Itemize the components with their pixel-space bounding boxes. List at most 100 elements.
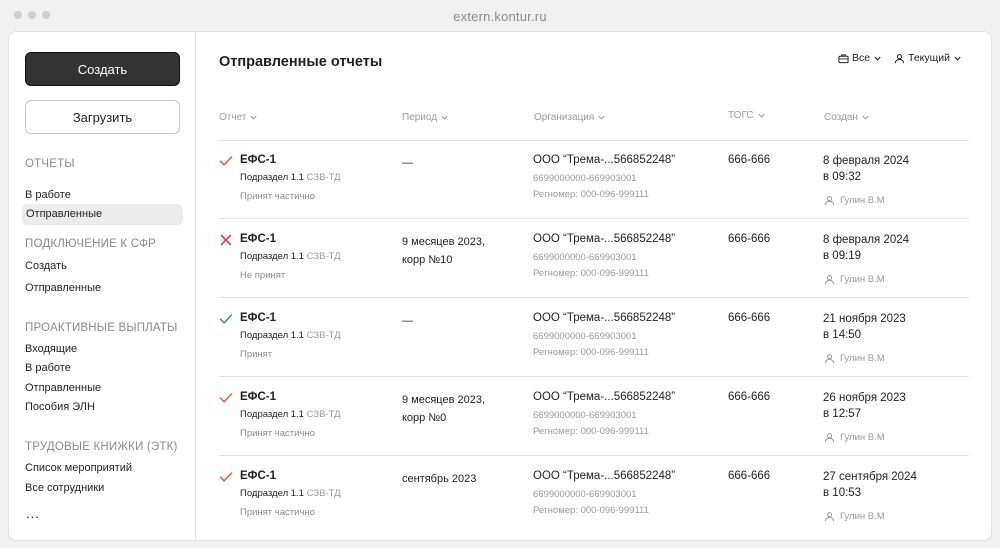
- report-title[interactable]: ЕФС-1: [240, 154, 276, 166]
- created-by: Гулин В.М: [824, 353, 885, 364]
- briefcase-icon: [838, 53, 849, 63]
- report-subsection: Подраздел 1.1 СЗВ-ТД: [240, 488, 341, 499]
- check-icon: [219, 314, 233, 324]
- organization-name: ООО “Трема-...566852248”: [533, 233, 676, 245]
- sidebar-item-payments-sent[interactable]: Отправленные: [25, 382, 101, 394]
- more-button[interactable]: ...: [26, 506, 40, 521]
- sidebar-item-all-employees[interactable]: Все сотрудники: [25, 482, 104, 494]
- main-content: Отправленные отчеты Все Текущий Отчет Пе…: [197, 32, 991, 540]
- user-icon: [824, 512, 835, 522]
- organization-inn-kpp: 6699000000-669903001: [533, 252, 637, 263]
- report-title[interactable]: ЕФС-1: [240, 391, 276, 403]
- togs-code: 666-666: [728, 233, 771, 245]
- created-by: Гулин В.М: [824, 511, 885, 522]
- togs-code: 666-666: [728, 154, 771, 166]
- page-title: Отправленные отчеты: [219, 54, 383, 70]
- filter-current-label: Текущий: [908, 52, 950, 64]
- browser-chrome: extern.kontur.ru: [0, 0, 1000, 32]
- created-by: Гулин В.М: [824, 195, 885, 206]
- section-title-reports: ОТЧЕТЫ: [25, 158, 75, 170]
- created-date: 27 сентября 2024 в 10:53: [823, 471, 917, 499]
- chevron-down-icon: [598, 115, 605, 120]
- table-row[interactable]: ЕФС-1 Подраздел 1.1 СЗВ-ТД Принят частично…: [197, 457, 991, 536]
- row-divider: [219, 455, 969, 456]
- check-icon: [219, 472, 233, 482]
- sidebar-item-payments-eln[interactable]: Пособия ЭЛН: [25, 401, 95, 413]
- table-row[interactable]: ЕФС-1 Подраздел 1.1 СЗВ-ТД Принят частично…: [197, 378, 991, 457]
- created-date: 21 ноября 2023 в 14:50: [823, 313, 906, 341]
- report-status: Принят частично: [240, 428, 315, 439]
- report-subsection: Подраздел 1.1 СЗВ-ТД: [240, 251, 341, 262]
- sidebar-item-sfr-create[interactable]: Создать: [25, 260, 67, 272]
- organization-inn-kpp: 6699000000-669903001: [533, 410, 637, 421]
- created-date: 26 ноября 2023 в 12:57: [823, 392, 906, 420]
- user-icon: [824, 275, 835, 285]
- section-title-proactive-payments: ПРОАКТИВНЫЕ ВЫПЛАТЫ: [25, 322, 178, 334]
- table-row[interactable]: ЕФС-1 Подраздел 1.1 СЗВ-ТД Принят частично…: [197, 141, 991, 220]
- report-subsection: Подраздел 1.1 СЗВ-ТД: [240, 409, 341, 420]
- create-button[interactable]: Создать: [25, 52, 180, 86]
- filter-current-user[interactable]: Текущий: [894, 52, 962, 64]
- column-header-organization[interactable]: Организация: [534, 112, 606, 123]
- organization-name: ООО “Трема-...566852248”: [533, 154, 676, 166]
- report-status: Принят: [240, 349, 273, 360]
- togs-code: 666-666: [728, 470, 771, 482]
- report-status: Не принят: [240, 270, 286, 281]
- organization-regnumber: Регномер: 000-096-999111: [533, 189, 649, 200]
- upload-button[interactable]: Загрузить: [25, 100, 180, 134]
- sidebar-item-reports-in-progress[interactable]: В работе: [25, 189, 71, 201]
- organization-regnumber: Регномер: 000-096-999111: [533, 268, 649, 279]
- report-subsection: Подраздел 1.1 СЗВ-ТД: [240, 330, 341, 341]
- column-header-period[interactable]: Период: [402, 112, 449, 123]
- report-title[interactable]: ЕФС-1: [240, 233, 276, 245]
- created-date: 8 февраля 2024 в 09:19: [823, 234, 910, 262]
- chevron-down-icon: [250, 115, 257, 120]
- organization-inn-kpp: 6699000000-669903001: [533, 331, 637, 342]
- column-header-togs[interactable]: ТОГС: [728, 110, 766, 121]
- filter-all-label: Все: [852, 52, 871, 64]
- organization-regnumber: Регномер: 000-096-999111: [533, 505, 649, 516]
- check-icon: [219, 156, 233, 166]
- user-icon: [824, 196, 835, 206]
- created-by: Гулин В.М: [824, 432, 885, 443]
- row-divider: [219, 376, 969, 377]
- sidebar-item-payments-incoming[interactable]: Входящие: [25, 343, 77, 355]
- chevron-down-icon: [441, 115, 448, 120]
- address-bar[interactable]: extern.kontur.ru: [0, 9, 1000, 24]
- organization-inn-kpp: 6699000000-669903001: [533, 489, 637, 500]
- sidebar-item-sfr-sent[interactable]: Отправленные: [25, 282, 101, 294]
- period-cell: 9 месяцев 2023, корр №10: [402, 236, 486, 266]
- section-title-sfr-connection: ПОДКЛЮЧЕНИЕ К СФР: [25, 238, 157, 250]
- table-row[interactable]: ЕФС-1 Подраздел 1.1 СЗВ-ТД Принят — ООО “Тре…: [197, 299, 991, 378]
- organization-inn-kpp: 6699000000-669903001: [533, 173, 637, 184]
- filter-all[interactable]: Все: [838, 52, 882, 64]
- chevron-down-icon: [874, 56, 881, 61]
- table-row[interactable]: ЕФС-1 Подраздел 1.1 СЗВ-ТД Не принят 9 меся…: [197, 220, 991, 299]
- column-header-report[interactable]: Отчет: [219, 112, 258, 123]
- report-status: Принят частично: [240, 507, 315, 518]
- column-header-created[interactable]: Создан: [824, 112, 870, 123]
- user-icon: [824, 354, 835, 364]
- togs-code: 666-666: [728, 391, 771, 403]
- organization-name: ООО “Трема-...566852248”: [533, 391, 676, 403]
- user-icon: [894, 53, 905, 63]
- report-title[interactable]: ЕФС-1: [240, 470, 276, 482]
- sidebar-item-reports-sent[interactable]: Отправленные: [22, 204, 183, 225]
- sidebar-item-payments-in-progress[interactable]: В работе: [25, 362, 71, 374]
- sidebar: Создать Загрузить ОТЧЕТЫ В работе Отправ…: [9, 32, 196, 540]
- user-icon: [824, 433, 835, 443]
- organization-name: ООО “Трема-...566852248”: [533, 470, 676, 482]
- created-by: Гулин В.М: [824, 274, 885, 285]
- organization-regnumber: Регномер: 000-096-999111: [533, 347, 649, 358]
- chevron-down-icon: [862, 115, 869, 120]
- report-title[interactable]: ЕФС-1: [240, 312, 276, 324]
- cross-icon: [220, 234, 232, 246]
- organization-name: ООО “Трема-...566852248”: [533, 312, 676, 324]
- period-cell: сентябрь 2023: [402, 473, 477, 485]
- sidebar-item-events-list[interactable]: Список мероприятий: [25, 462, 132, 474]
- report-subsection: Подраздел 1.1 СЗВ-ТД: [240, 172, 341, 183]
- chevron-down-icon: [758, 113, 765, 118]
- row-divider: [219, 218, 969, 219]
- period-cell: 9 месяцев 2023, корр №0: [402, 394, 486, 424]
- chevron-down-icon: [954, 56, 961, 61]
